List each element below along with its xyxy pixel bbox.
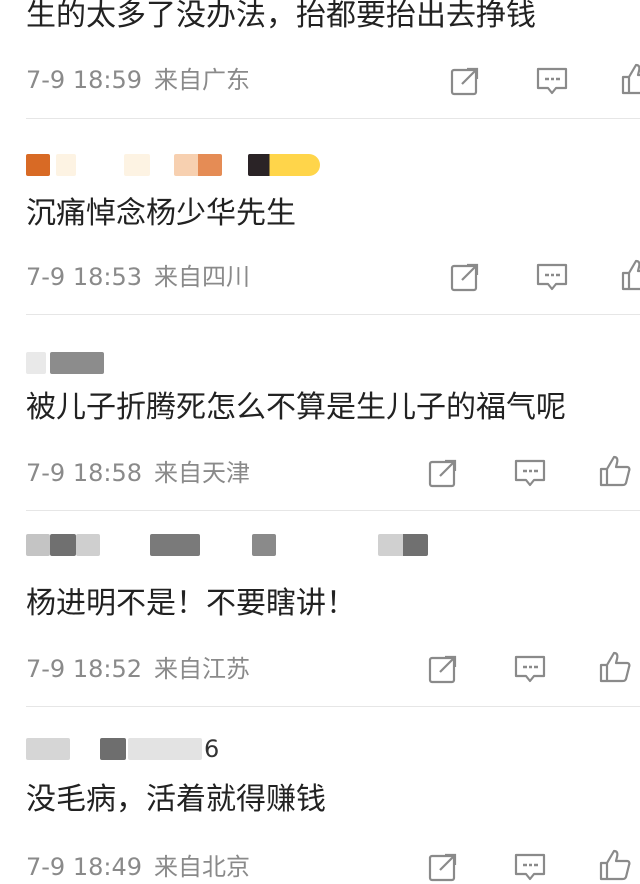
author-name-blurred [100,738,126,760]
author-name-blurred [50,352,104,374]
author-name-blurred [150,534,200,556]
author-name-blurred [26,352,46,374]
comment-time: 7-9 18:52 [26,655,142,683]
share-square-icon [450,67,479,96]
comment-bubble-icon [536,67,568,95]
comment-button[interactable] [513,850,547,884]
comment-item: 杨进明不是！不要瞎讲！ 7-9 18:52 来自江苏 [0,512,640,707]
thumbs-up-icon [621,259,640,291]
comment-author [26,350,104,376]
comment-text: 杨进明不是！不要瞎讲！ [26,586,356,621]
author-name-blurred [76,534,100,556]
comment-text: 生的太多了没办法，抬都要抬出去挣钱 [26,0,536,33]
comment-meta: 7-9 18:52 来自江苏 [26,654,250,684]
repost-button[interactable] [426,850,460,884]
like-button[interactable] [620,62,640,96]
divider [26,510,640,511]
author-name-blurred [50,534,76,556]
comment-bubble-icon [514,655,546,683]
share-square-icon [428,853,457,882]
comment-text: 没毛病，活着就得赚钱 [26,782,326,817]
comment-meta: 7-9 18:58 来自天津 [26,458,250,488]
thumbs-up-icon [621,63,640,95]
repost-button[interactable] [426,652,460,686]
author-name-blurred [124,154,150,176]
comment-bubble-icon [514,853,546,881]
author-name-blurred [174,154,222,176]
comment-item: 沉痛悼念杨少华先生 7-9 18:53 来自四川 [0,120,640,315]
comment-text: 被儿子折腾死怎么不算是生儿子的福气呢 [26,390,566,425]
repost-button[interactable] [426,456,460,490]
author-name-blurred [56,154,76,176]
comment-author [26,532,428,558]
comment-time: 7-9 18:49 [26,853,142,881]
divider [26,118,640,119]
divider [26,314,640,315]
comment-item: 被儿子折腾死怎么不算是生儿子的福气呢 7-9 18:58 来自天津 [0,316,640,511]
author-name-blurred [378,534,428,556]
author-name-suffix: 6 [204,735,220,763]
comment-button[interactable] [513,652,547,686]
repost-button[interactable] [448,260,482,294]
comment-item: 6 没毛病，活着就得赚钱 7-9 18:49 来自北京 [0,708,640,882]
comment-text: 沉痛悼念杨少华先生 [26,196,296,231]
comment-time: 7-9 18:53 [26,263,142,291]
comment-bubble-icon [514,459,546,487]
divider [26,706,640,707]
author-name-blurred [128,738,202,760]
comment-source: 来自天津 [154,459,250,487]
thumbs-up-icon [599,651,631,683]
thumbs-up-icon [599,455,631,487]
comment-bubble-icon [536,263,568,291]
share-square-icon [428,459,457,488]
comment-button[interactable] [513,456,547,490]
author-badge-blurred [248,154,320,176]
share-square-icon [450,263,479,292]
comment-time: 7-9 18:59 [26,66,142,94]
like-button[interactable] [598,848,632,882]
comment-source: 来自四川 [154,263,250,291]
like-button[interactable] [598,650,632,684]
comment-button[interactable] [535,64,569,98]
comment-author: 6 [26,735,220,763]
comment-button[interactable] [535,260,569,294]
author-name-blurred [26,154,50,176]
comment-author [26,152,320,178]
share-square-icon [428,655,457,684]
author-name-blurred [26,738,70,760]
comment-item: 生的太多了没办法，抬都要抬出去挣钱 7-9 18:59 来自广东 [0,0,640,120]
author-name-blurred [252,534,276,556]
comment-meta: 7-9 18:59 来自广东 [26,65,250,95]
like-button[interactable] [620,258,640,292]
like-button[interactable] [598,454,632,488]
comment-meta: 7-9 18:53 来自四川 [26,262,250,292]
comment-meta: 7-9 18:49 来自北京 [26,852,250,882]
comment-source: 来自江苏 [154,655,250,683]
comment-source: 来自北京 [154,853,250,881]
comment-source: 来自广东 [154,66,250,94]
comment-time: 7-9 18:58 [26,459,142,487]
thumbs-up-icon [599,849,631,881]
repost-button[interactable] [448,64,482,98]
author-name-blurred [26,534,50,556]
